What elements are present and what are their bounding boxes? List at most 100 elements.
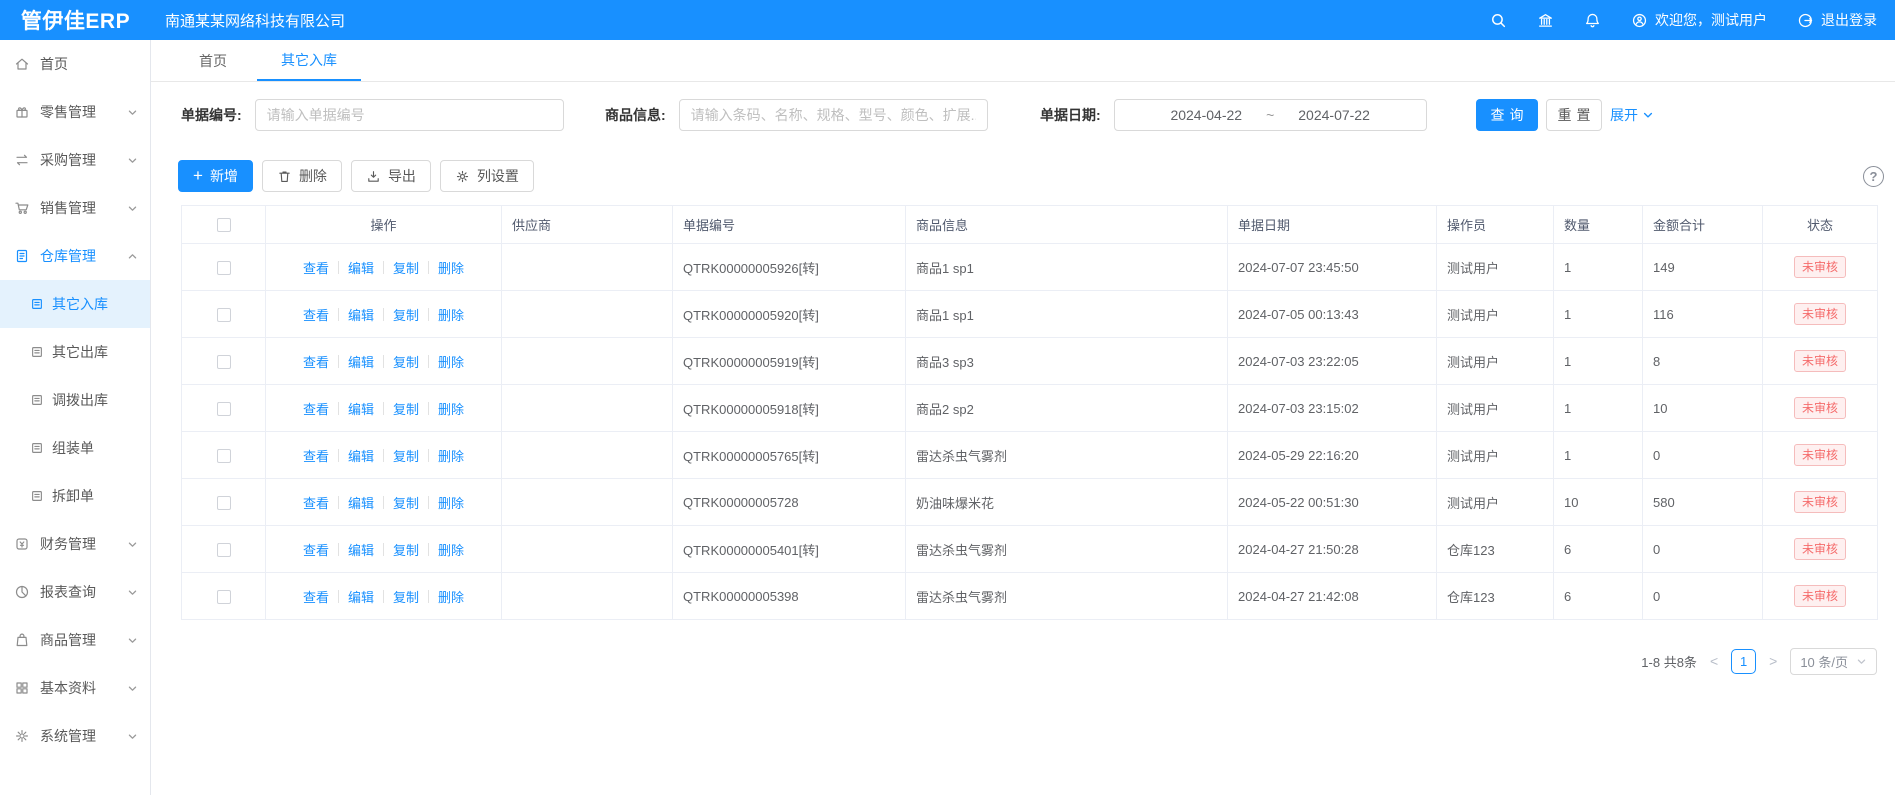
sidebar-item-reports[interactable]: 报表查询 bbox=[0, 568, 150, 616]
sidebar-item-other-outbound[interactable]: 其它出库 bbox=[0, 328, 150, 376]
delete-link[interactable]: 删除 bbox=[429, 493, 473, 512]
sidebar-item-system[interactable]: 系统管理 bbox=[0, 712, 150, 760]
col-doc-no: 单据编号 bbox=[673, 206, 906, 244]
header-actions: 欢迎您，测试用户 退出登录 bbox=[1490, 10, 1895, 30]
col-status: 状态 bbox=[1763, 206, 1878, 244]
delete-link[interactable]: 删除 bbox=[429, 399, 473, 418]
sidebar-item-finance[interactable]: 财务管理 bbox=[0, 520, 150, 568]
welcome-text: 欢迎您，测试用户 bbox=[1655, 10, 1767, 30]
date-range-picker[interactable]: 2024-04-22 ~ 2024-07-22 bbox=[1114, 99, 1427, 131]
chevron-down-icon bbox=[1642, 109, 1654, 121]
view-link[interactable]: 查看 bbox=[294, 493, 338, 512]
add-button[interactable]: + 新增 bbox=[178, 160, 253, 192]
delete-link[interactable]: 删除 bbox=[429, 258, 473, 277]
sidebar-item-transfer-outbound[interactable]: 调拨出库 bbox=[0, 376, 150, 424]
cell-date: 2024-05-29 22:16:20 bbox=[1228, 432, 1437, 479]
view-link[interactable]: 查看 bbox=[294, 399, 338, 418]
sidebar-item-retail[interactable]: 零售管理 bbox=[0, 88, 150, 136]
table-row: 查看编辑复制删除 QTRK00000005765[转] 雷达杀虫气雾剂 2024… bbox=[182, 432, 1878, 479]
view-link[interactable]: 查看 bbox=[294, 258, 338, 277]
view-link[interactable]: 查看 bbox=[294, 540, 338, 559]
row-checkbox[interactable] bbox=[217, 590, 231, 604]
view-link[interactable]: 查看 bbox=[294, 305, 338, 324]
row-checkbox[interactable] bbox=[217, 355, 231, 369]
copy-link[interactable]: 复制 bbox=[384, 352, 428, 371]
edit-link[interactable]: 编辑 bbox=[339, 305, 383, 324]
copy-link[interactable]: 复制 bbox=[384, 540, 428, 559]
sidebar-item-home[interactable]: 首页 bbox=[0, 40, 150, 88]
view-link[interactable]: 查看 bbox=[294, 587, 338, 606]
list-icon bbox=[30, 441, 44, 455]
page-size-select[interactable]: 10 条/页 bbox=[1790, 648, 1877, 675]
sidebar-item-assembly[interactable]: 组装单 bbox=[0, 424, 150, 472]
row-checkbox[interactable] bbox=[217, 449, 231, 463]
edit-link[interactable]: 编辑 bbox=[339, 258, 383, 277]
view-link[interactable]: 查看 bbox=[294, 352, 338, 371]
bank-icon[interactable] bbox=[1537, 12, 1554, 29]
copy-link[interactable]: 复制 bbox=[384, 258, 428, 277]
search-icon[interactable] bbox=[1490, 12, 1507, 29]
delete-button[interactable]: 删除 bbox=[262, 160, 342, 192]
row-checkbox[interactable] bbox=[217, 308, 231, 322]
edit-link[interactable]: 编辑 bbox=[339, 493, 383, 512]
cell-supplier bbox=[502, 338, 673, 385]
col-qty: 数量 bbox=[1554, 206, 1643, 244]
app-logo: 管伊佳ERP bbox=[0, 5, 151, 35]
sidebar-item-purchase[interactable]: 采购管理 bbox=[0, 136, 150, 184]
list-icon bbox=[30, 345, 44, 359]
view-link[interactable]: 查看 bbox=[294, 446, 338, 465]
row-checkbox[interactable] bbox=[217, 402, 231, 416]
copy-link[interactable]: 复制 bbox=[384, 446, 428, 465]
expand-toggle[interactable]: 展开 bbox=[1610, 99, 1654, 131]
sidebar-item-other-inbound[interactable]: 其它入库 bbox=[0, 280, 150, 328]
search-button[interactable]: 查询 bbox=[1476, 99, 1538, 131]
sidebar-item-disassembly[interactable]: 拆卸单 bbox=[0, 472, 150, 520]
user-menu[interactable]: 欢迎您，测试用户 bbox=[1631, 10, 1767, 30]
filter-product: 商品信息: bbox=[605, 99, 988, 131]
column-settings-button[interactable]: 列设置 bbox=[440, 160, 534, 192]
prev-page-button[interactable]: < bbox=[1710, 653, 1718, 669]
copy-link[interactable]: 复制 bbox=[384, 587, 428, 606]
edit-link[interactable]: 编辑 bbox=[339, 587, 383, 606]
filter-doc-no: 单据编号: bbox=[181, 99, 564, 131]
row-checkbox[interactable] bbox=[217, 496, 231, 510]
sidebar-item-sales[interactable]: 销售管理 bbox=[0, 184, 150, 232]
delete-link[interactable]: 删除 bbox=[429, 305, 473, 324]
next-page-button[interactable]: > bbox=[1769, 653, 1777, 669]
edit-link[interactable]: 编辑 bbox=[339, 352, 383, 371]
date-start[interactable]: 2024-04-22 bbox=[1170, 107, 1242, 123]
delete-link[interactable]: 删除 bbox=[429, 540, 473, 559]
tab-other-inbound[interactable]: 其它入库 bbox=[257, 40, 361, 81]
help-icon[interactable]: ? bbox=[1863, 166, 1884, 187]
sidebar-item-goods[interactable]: 商品管理 bbox=[0, 616, 150, 664]
cell-amount: 10 bbox=[1643, 385, 1763, 432]
row-checkbox[interactable] bbox=[217, 543, 231, 557]
page-number[interactable]: 1 bbox=[1731, 649, 1756, 674]
logout-button[interactable]: 退出登录 bbox=[1797, 10, 1877, 30]
delete-link[interactable]: 删除 bbox=[429, 352, 473, 371]
edit-link[interactable]: 编辑 bbox=[339, 540, 383, 559]
cell-doc-no: QTRK00000005401[转] bbox=[673, 526, 906, 573]
product-input[interactable] bbox=[679, 99, 988, 131]
delete-link[interactable]: 删除 bbox=[429, 446, 473, 465]
copy-link[interactable]: 复制 bbox=[384, 399, 428, 418]
delete-link[interactable]: 删除 bbox=[429, 587, 473, 606]
sidebar-item-basic-data[interactable]: 基本资料 bbox=[0, 664, 150, 712]
date-end[interactable]: 2024-07-22 bbox=[1298, 107, 1370, 123]
row-checkbox[interactable] bbox=[217, 261, 231, 275]
copy-link[interactable]: 复制 bbox=[384, 493, 428, 512]
cell-date: 2024-07-05 00:13:43 bbox=[1228, 291, 1437, 338]
export-button[interactable]: 导出 bbox=[351, 160, 431, 192]
doc-no-input[interactable] bbox=[255, 99, 564, 131]
filter-date: 单据日期: 2024-04-22 ~ 2024-07-22 bbox=[1040, 99, 1427, 131]
select-all-checkbox[interactable] bbox=[217, 218, 231, 232]
cell-operator: 测试用户 bbox=[1437, 385, 1554, 432]
edit-link[interactable]: 编辑 bbox=[339, 446, 383, 465]
sidebar-item-warehouse[interactable]: 仓库管理 bbox=[0, 232, 150, 280]
chevron-down-icon bbox=[127, 731, 138, 742]
edit-link[interactable]: 编辑 bbox=[339, 399, 383, 418]
bell-icon[interactable] bbox=[1584, 12, 1601, 29]
reset-button[interactable]: 重置 bbox=[1546, 99, 1602, 131]
tab-home[interactable]: 首页 bbox=[199, 40, 227, 81]
copy-link[interactable]: 复制 bbox=[384, 305, 428, 324]
